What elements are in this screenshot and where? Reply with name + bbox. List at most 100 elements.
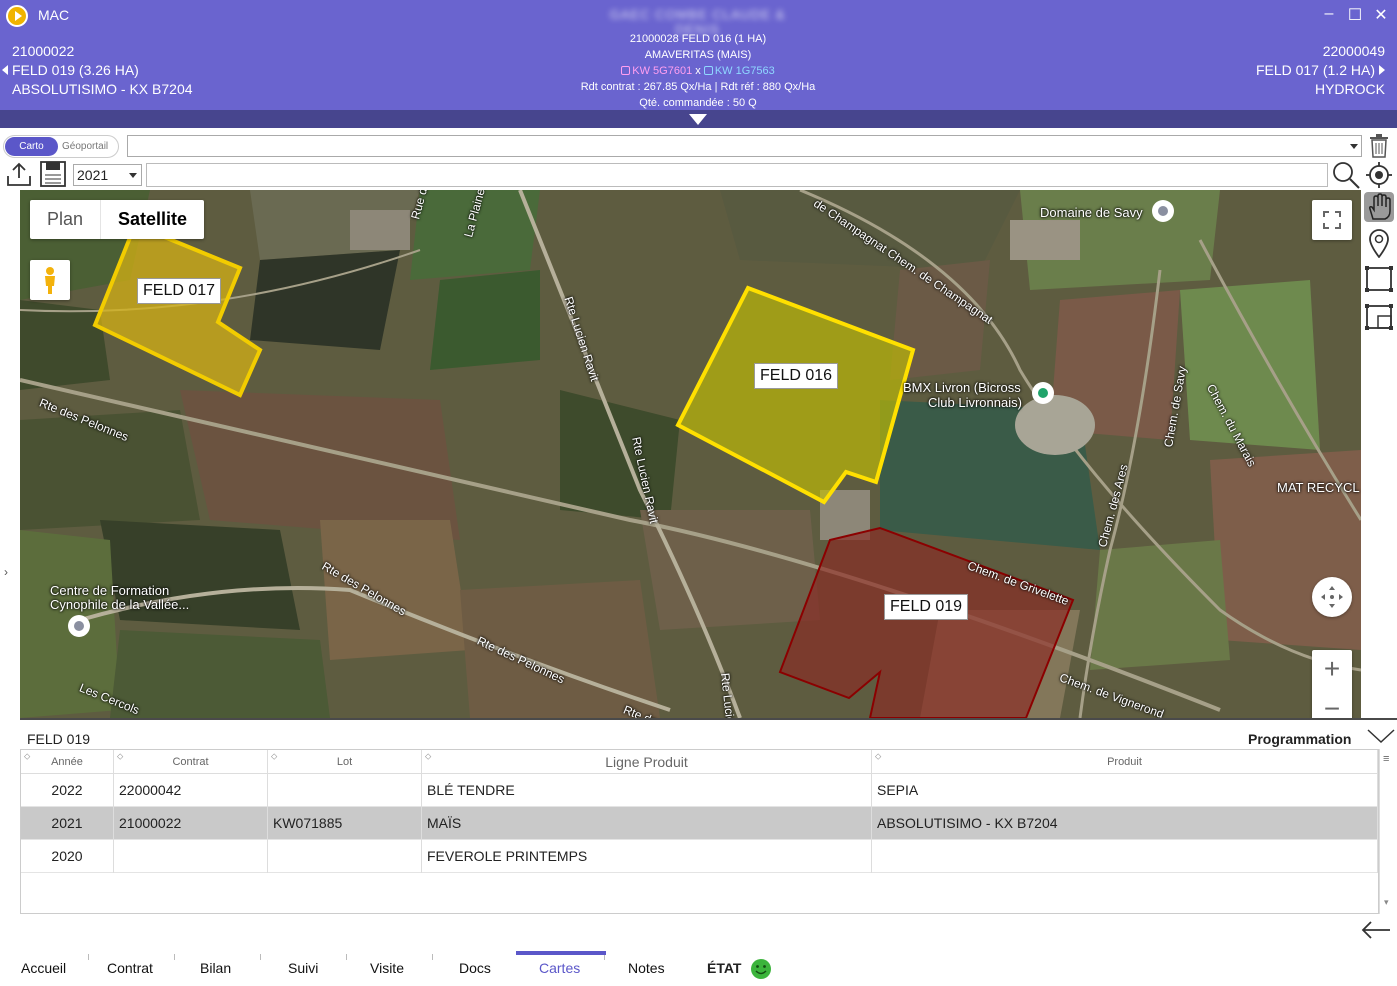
lot-separator: x bbox=[695, 65, 701, 77]
next-field-row: FELD 017 (1.2 HA) bbox=[1256, 61, 1385, 80]
programmation-label[interactable]: Programmation bbox=[1248, 731, 1351, 747]
geoportail-tab[interactable]: Géoportail bbox=[62, 137, 108, 156]
year-select[interactable]: 2021 bbox=[73, 164, 142, 186]
column-header-label: Lot bbox=[336, 756, 353, 768]
carto-tab[interactable]: Carto bbox=[5, 137, 58, 156]
move-arrows-icon bbox=[1321, 586, 1343, 608]
sort-icon: ⬦ bbox=[271, 751, 278, 761]
search-input[interactable] bbox=[146, 163, 1328, 187]
cell-annee: 2021 bbox=[21, 807, 114, 840]
map-source-toggle: Carto Géoportail bbox=[3, 135, 119, 158]
search-icon[interactable] bbox=[1331, 160, 1361, 190]
nav-contrat[interactable]: Contrat bbox=[107, 960, 153, 976]
field-label-feld-016[interactable]: FELD 016 bbox=[754, 363, 839, 389]
smiley-status-icon[interactable] bbox=[750, 958, 772, 980]
nav-accueil[interactable]: Accueil bbox=[21, 960, 66, 976]
record-header: MAC GAEC COMBE CLAUDE & DENIS – ☐ ✕ 2100… bbox=[0, 0, 1397, 110]
previous-record[interactable]: 21000022 FELD 019 (3.26 HA) ABSOLUTISIMO… bbox=[2, 42, 193, 99]
next-product: HYDROCK bbox=[1314, 81, 1385, 97]
place-centre-line2: Cynophile de la Vallée... bbox=[50, 597, 190, 612]
chevron-left-icon[interactable] bbox=[2, 65, 8, 75]
locate-icon[interactable] bbox=[1364, 160, 1394, 190]
cell-lot bbox=[268, 840, 422, 873]
table-header: ⬦ Année ⬦ Contrat ⬦ Lot ⬦ Ligne Produit ⬦ Pro… bbox=[21, 750, 1378, 774]
pan-control-button[interactable] bbox=[1312, 577, 1352, 617]
maximize-button[interactable]: ☐ bbox=[1345, 5, 1365, 25]
pin-icon[interactable] bbox=[1364, 228, 1394, 258]
fullscreen-button[interactable] bbox=[1312, 200, 1352, 240]
nav-docs[interactable]: Docs bbox=[459, 960, 491, 976]
scroll-down-icon[interactable]: ▾ bbox=[1384, 897, 1389, 908]
next-record[interactable]: 22000049 FELD 017 (1.2 HA) HYDROCK bbox=[1256, 42, 1385, 99]
back-arrow-icon[interactable] bbox=[1360, 918, 1392, 942]
map-type-plan[interactable]: Plan bbox=[30, 200, 100, 239]
year-value: 2021 bbox=[77, 167, 109, 183]
street-view-pegman[interactable] bbox=[30, 260, 70, 300]
field-label-feld-017[interactable]: FELD 017 bbox=[137, 278, 222, 304]
nav-bilan[interactable]: Bilan bbox=[200, 960, 231, 976]
hand-pan-icon[interactable] bbox=[1364, 192, 1394, 222]
column-header-contrat[interactable]: ⬦ Contrat bbox=[114, 750, 268, 774]
close-button[interactable]: ✕ bbox=[1371, 5, 1391, 25]
table-row-selected[interactable]: 2021 21000022 KW071885 MAÏS ABSOLUTISIMO… bbox=[21, 807, 1378, 840]
draw-polygon-icon[interactable] bbox=[1364, 302, 1394, 332]
nav-suivi[interactable]: Suivi bbox=[288, 960, 318, 976]
save-icon[interactable] bbox=[40, 161, 66, 187]
chevron-down-icon bbox=[1350, 144, 1358, 149]
expand-left-icon[interactable]: › bbox=[4, 565, 8, 579]
app-logo-icon bbox=[6, 5, 28, 27]
satellite-map[interactable]: Plan Satellite + − FELD 017 FELD 016 FEL… bbox=[20, 190, 1361, 718]
nav-separator bbox=[346, 954, 347, 960]
place-bmx-line2: Club Livronnais) bbox=[928, 395, 1022, 410]
minimize-button[interactable]: – bbox=[1319, 5, 1339, 23]
zoom-out-button[interactable]: − bbox=[1312, 690, 1352, 718]
place-pin-icon[interactable] bbox=[68, 615, 90, 637]
field-label-feld-019[interactable]: FELD 019 bbox=[884, 594, 969, 620]
column-header-ligne-produit[interactable]: ⬦ Ligne Produit bbox=[422, 750, 872, 774]
chevron-down-icon bbox=[129, 173, 137, 178]
zoom-control: + − bbox=[1312, 650, 1352, 718]
previous-contract: 21000022 bbox=[12, 43, 75, 59]
place-domaine-de-savy: Domaine de Savy bbox=[1040, 205, 1143, 220]
table-scrollbar[interactable]: ≡ ▾ bbox=[1379, 749, 1396, 914]
fullscreen-icon bbox=[1323, 211, 1341, 229]
column-header-annee[interactable]: ⬦ Année bbox=[21, 750, 114, 774]
current-lots: KW 5G7601 x KW 1G7563 bbox=[500, 63, 896, 79]
upload-icon[interactable] bbox=[6, 161, 32, 187]
draw-rectangle-icon[interactable] bbox=[1364, 264, 1394, 294]
table-row[interactable]: 2020 FEVEROLE PRINTEMPS bbox=[21, 840, 1378, 873]
cell-lot: KW071885 bbox=[268, 807, 422, 840]
lot-2: KW 1G7563 bbox=[703, 65, 775, 77]
lot-icon bbox=[703, 66, 713, 75]
menu-icon[interactable]: ≡ bbox=[1383, 753, 1389, 765]
cell-ligne-produit: BLÉ TENDRE bbox=[422, 774, 872, 807]
trash-icon[interactable] bbox=[1369, 134, 1389, 158]
chevron-right-icon[interactable] bbox=[1379, 65, 1385, 75]
nav-cartes[interactable]: Cartes bbox=[539, 960, 580, 976]
column-header-lot[interactable]: ⬦ Lot bbox=[268, 750, 422, 774]
place-pin-icon[interactable] bbox=[1152, 200, 1174, 222]
current-variety: AMAVERITAS (MAIS) bbox=[644, 49, 752, 61]
column-header-label: Ligne Produit bbox=[605, 754, 688, 770]
current-contract: 21000028 FELD 016 (1 HA) bbox=[629, 33, 767, 45]
map-type-satellite[interactable]: Satellite bbox=[100, 200, 204, 239]
cell-annee: 2022 bbox=[21, 774, 114, 807]
zoom-in-button[interactable]: + bbox=[1312, 650, 1352, 690]
nav-visite[interactable]: Visite bbox=[370, 960, 404, 976]
column-header-label: Contrat bbox=[172, 756, 209, 768]
sort-icon: ⬦ bbox=[24, 751, 31, 761]
collapse-header-icon[interactable] bbox=[689, 114, 707, 125]
sports-pin-icon[interactable] bbox=[1032, 382, 1054, 404]
column-header-produit[interactable]: ⬦ Produit bbox=[872, 750, 1378, 774]
previous-product: ABSOLUTISIMO - KX B7204 bbox=[12, 81, 193, 97]
field-select[interactable] bbox=[127, 135, 1362, 157]
table-row[interactable]: 2022 22000042 BLÉ TENDRE SEPIA bbox=[21, 774, 1378, 807]
nav-notes[interactable]: Notes bbox=[628, 960, 665, 976]
chevron-down-icon[interactable] bbox=[1366, 727, 1396, 745]
cell-annee: 2020 bbox=[21, 840, 114, 873]
column-header-label: Produit bbox=[1107, 756, 1142, 768]
cell-ligne-produit: FEVEROLE PRINTEMPS bbox=[422, 840, 872, 873]
current-quantity: Qté. commandée : 50 Q bbox=[639, 97, 757, 109]
cell-contrat: 22000042 bbox=[114, 774, 268, 807]
sort-icon: ⬦ bbox=[425, 751, 432, 761]
